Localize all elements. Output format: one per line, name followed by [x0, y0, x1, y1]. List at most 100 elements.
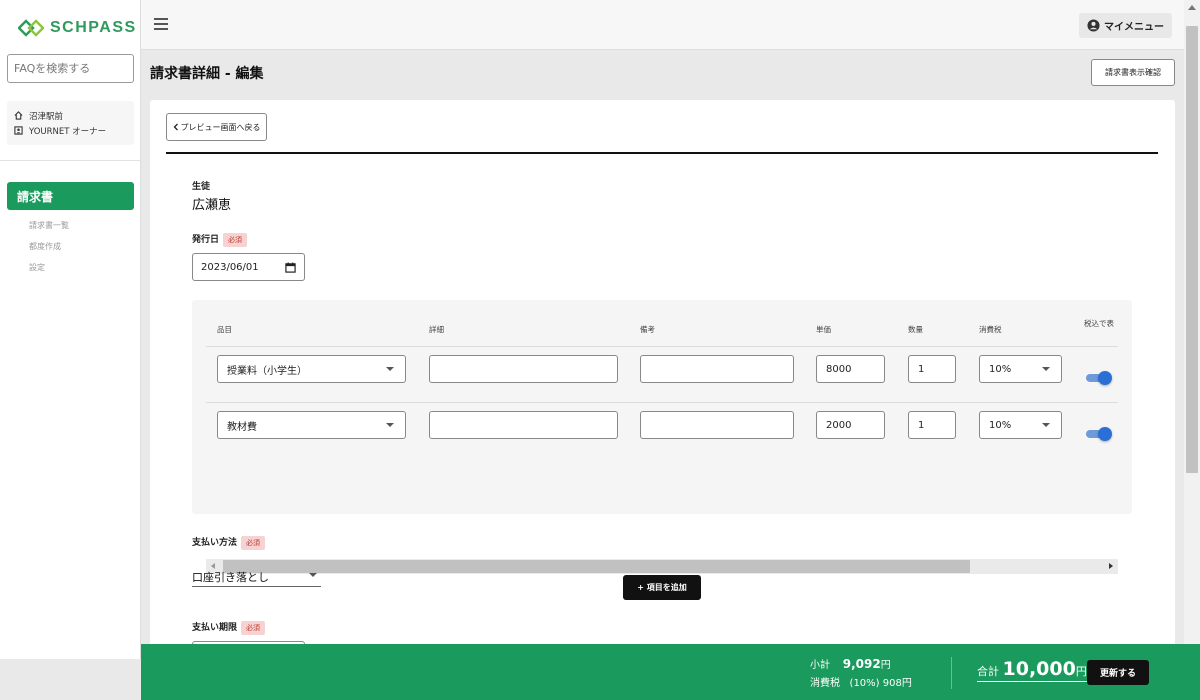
tax-select-value: 10% — [989, 363, 1012, 375]
tax-select[interactable]: 10% — [979, 355, 1062, 383]
column-header-tax: 消費税 — [979, 325, 1002, 334]
page-title: 請求書詳細 - 編集 — [150, 66, 264, 82]
hamburger-menu-icon[interactable] — [154, 18, 168, 30]
faq-search-input[interactable] — [7, 54, 134, 83]
payment-method-label: 支払い方法 — [192, 538, 238, 548]
school-name: 沼津駅前 — [29, 111, 64, 122]
total-row: 合計 10,000円 — [977, 658, 1087, 682]
item-select[interactable]: 授業料（小学生） — [217, 355, 406, 383]
scroll-up-arrow-icon[interactable] — [1188, 5, 1196, 10]
item-select-value: 教材費 — [227, 421, 257, 433]
totals-footer: 小計 9,092円 消費税 (10%) 908円 合計 10,000円 更新する — [141, 644, 1200, 700]
sidebar-subitem-settings[interactable]: 設定 — [29, 262, 45, 273]
invoice-edit-card: プレビュー画面へ戻る 生徒 広瀬恵 発行日 必須 2023/06/01 品目 詳細… — [150, 100, 1175, 660]
user-badge-icon — [14, 126, 23, 135]
tax-value: 908円 — [882, 678, 912, 689]
brand-logo[interactable]: SCHPASS — [18, 16, 137, 40]
row-divider — [206, 346, 1118, 347]
sidebar-subitem-one-time[interactable]: 都度作成 — [29, 241, 61, 252]
subtotal-value: 9,092 — [842, 657, 881, 671]
column-header-unit-price: 単価 — [816, 325, 831, 334]
total-label: 合計 — [977, 665, 999, 678]
required-badge: 必須 — [241, 620, 266, 635]
tax-select-value: 10% — [989, 419, 1012, 431]
total-value: 10,000 — [1002, 658, 1076, 680]
tax-label: 消費税 — [810, 678, 840, 689]
unit-price-input[interactable]: 8000 — [816, 355, 885, 383]
detail-input[interactable] — [429, 355, 618, 383]
required-badge: 必須 — [223, 232, 248, 247]
issue-date-label: 発行日 — [192, 235, 220, 245]
payment-due-label-row: 支払い期限 必須 — [192, 620, 266, 635]
column-header-quantity: 数量 — [908, 325, 923, 334]
user-name: YOURNET オーナー — [29, 126, 107, 137]
column-header-item: 品目 — [217, 325, 232, 334]
dropdown-caret-icon — [1042, 367, 1050, 371]
payment-method-label-row: 支払い方法 必須 — [192, 535, 266, 550]
tax-included-toggle[interactable] — [1086, 427, 1112, 441]
payment-due-label: 支払い期限 — [192, 623, 238, 633]
invoice-items-table: 品目 詳細 備考 単価 数量 消費税 税込で表 授業料（小学生） 8000 1 … — [192, 300, 1132, 600]
required-badge: 必須 — [241, 535, 266, 550]
tax-select[interactable]: 10% — [979, 411, 1062, 439]
user-line: YOURNET オーナー — [14, 123, 127, 138]
top-header: マイメニュー — [141, 0, 1184, 50]
unit-price-input[interactable]: 2000 — [816, 411, 885, 439]
brand-name: SCHPASS — [50, 19, 137, 36]
row-divider — [206, 402, 1118, 403]
item-select[interactable]: 教材費 — [217, 411, 406, 439]
update-button[interactable]: 更新する — [1087, 660, 1149, 685]
sidebar-subitem-invoice-list[interactable]: 請求書一覧 — [29, 220, 69, 231]
column-header-tax-included: 税込で表 — [1084, 319, 1114, 328]
account-circle-icon — [1087, 19, 1100, 32]
account-info[interactable]: 沼津駅前 YOURNET オーナー — [7, 101, 134, 145]
tax-row: 消費税 (10%) 908円 — [810, 674, 912, 689]
add-item-button[interactable]: + 項目を追加 — [623, 575, 701, 600]
vertical-scrollbar[interactable] — [1184, 0, 1200, 700]
horizontal-scroll-thumb[interactable] — [223, 560, 970, 573]
payment-method-select[interactable]: 口座引き落とし — [192, 567, 321, 587]
my-menu-label: マイメニュー — [1104, 22, 1164, 33]
tax-rate: (10%) — [849, 678, 880, 689]
dropdown-caret-icon — [1042, 423, 1050, 427]
issue-date-label-row: 発行日 必須 — [192, 232, 248, 247]
student-name: 広瀬恵 — [192, 198, 232, 213]
tax-included-toggle[interactable] — [1086, 371, 1112, 385]
quantity-input[interactable]: 1 — [908, 355, 956, 383]
quantity-input[interactable]: 1 — [908, 411, 956, 439]
subtotal-row: 小計 9,092円 — [810, 656, 891, 671]
student-label: 生徒 — [192, 182, 211, 192]
issue-date-value: 2023/06/01 — [201, 261, 259, 273]
back-button-label: プレビュー画面へ戻る — [180, 122, 261, 132]
note-input[interactable] — [640, 355, 794, 383]
item-select-value: 授業料（小学生） — [227, 365, 307, 377]
schpass-logo-icon — [18, 19, 44, 37]
chevron-left-icon — [173, 123, 178, 131]
detail-input[interactable] — [429, 411, 618, 439]
invoice-view-button[interactable]: 請求書表示確認 — [1091, 59, 1175, 86]
home-icon — [14, 111, 23, 120]
yen-unit: 円 — [880, 660, 891, 671]
yen-unit: 円 — [1075, 665, 1087, 678]
column-header-note: 備考 — [640, 325, 655, 334]
issue-date-input[interactable]: 2023/06/01 — [192, 253, 305, 281]
scroll-right-arrow-icon[interactable] — [1109, 563, 1113, 569]
dropdown-caret-icon — [309, 573, 317, 577]
dropdown-caret-icon — [386, 367, 394, 371]
payment-method-value: 口座引き落とし — [192, 571, 269, 584]
sidebar: SCHPASS 沼津駅前 YOURNET オーナー 請求書 請求書一覧 都度作成… — [0, 0, 141, 659]
header-rule — [166, 152, 1158, 154]
footer-divider — [951, 657, 952, 689]
note-input[interactable] — [640, 411, 794, 439]
sidebar-divider — [0, 160, 140, 161]
dropdown-caret-icon — [386, 423, 394, 427]
school-line: 沼津駅前 — [14, 108, 127, 123]
vertical-scroll-thumb[interactable] — [1186, 26, 1198, 473]
calendar-icon[interactable] — [285, 261, 296, 273]
back-to-preview-button[interactable]: プレビュー画面へ戻る — [166, 113, 267, 141]
my-menu-button[interactable]: マイメニュー — [1079, 13, 1172, 38]
column-header-detail: 詳細 — [429, 325, 444, 334]
sidebar-item-invoice[interactable]: 請求書 — [7, 182, 134, 210]
horizontal-scrollbar[interactable] — [206, 559, 1118, 574]
subtotal-label: 小計 — [810, 660, 830, 671]
